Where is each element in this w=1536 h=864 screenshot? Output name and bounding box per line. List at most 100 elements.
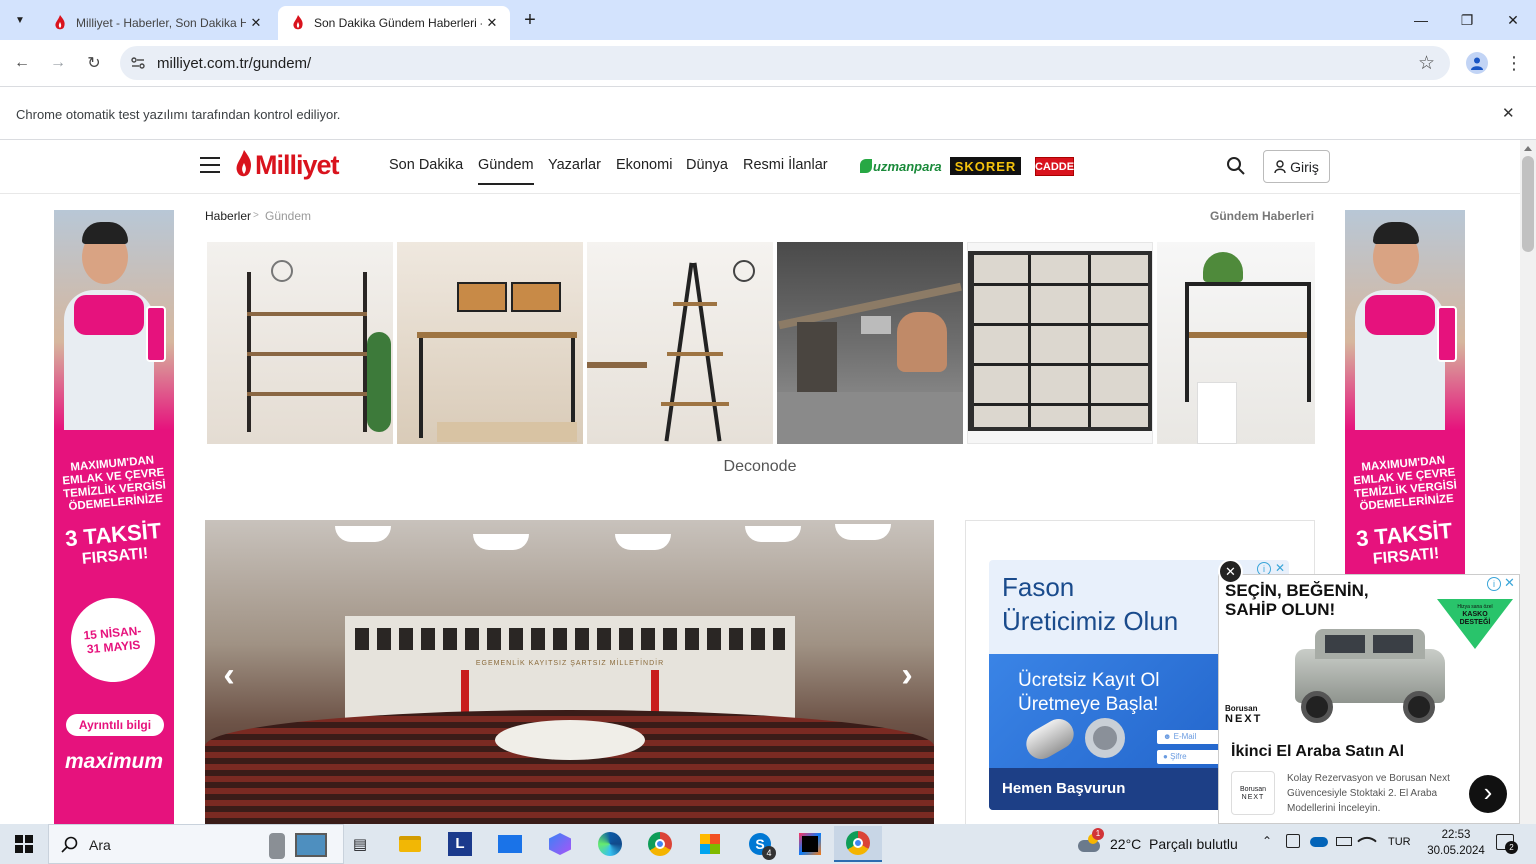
battery-icon[interactable] (1336, 837, 1352, 846)
ad-detail-button[interactable]: Ayrıntılı bilgi (66, 714, 164, 736)
nav-gundem[interactable]: Gündem (478, 157, 534, 185)
weather-badge: 1 (1092, 828, 1104, 840)
notification-center-icon[interactable]: 2 (1496, 834, 1518, 854)
ad-offer: 3 TAKSİT FIRSATI! (64, 517, 163, 568)
search-button[interactable] (1226, 156, 1246, 176)
minimize-icon: — (1414, 12, 1428, 28)
back-button[interactable]: ← (7, 48, 37, 78)
nav-resmi-ilanlar[interactable]: Resmi İlanlar (743, 157, 828, 173)
fason-parts-image (1020, 713, 1080, 765)
skype-icon[interactable]: S 4 (746, 830, 776, 860)
left-side-ad[interactable]: MAXIMUM'DAN EMLAK VE ÇEVRE TEMİZLİK VERG… (54, 210, 174, 824)
product-image-3[interactable] (587, 242, 773, 444)
start-button[interactable] (10, 830, 38, 858)
breadcrumb-current[interactable]: Gündem (265, 209, 311, 223)
tray-chevron-up-icon[interactable]: ⌃ (1262, 834, 1272, 848)
tab-gundem[interactable]: Son Dakika Gündem Haberleri - ✕ (278, 6, 510, 40)
onedrive-icon[interactable] (1310, 837, 1328, 847)
ad-headline: MAXIMUM'DAN EMLAK VE ÇEVRE TEMİZLİK VERG… (61, 454, 167, 514)
clock[interactable]: 22:53 30.05.2024 (1418, 827, 1494, 859)
nav-ekonomi[interactable]: Ekonomi (616, 157, 672, 173)
nav-son-dakika[interactable]: Son Dakika (389, 157, 463, 173)
ad-close-x-icon[interactable]: ✕ (1504, 575, 1515, 591)
ad-close-x-icon[interactable]: ✕ (1275, 561, 1285, 575)
float-ad-close-button[interactable]: ✕ (1218, 559, 1243, 584)
chrome-active-icon[interactable] (834, 826, 882, 862)
ad-person-image (54, 210, 174, 430)
windows-logo-icon (15, 835, 33, 853)
new-tab-button[interactable]: + (518, 8, 542, 32)
copilot-icon[interactable] (546, 830, 574, 858)
store-icon[interactable] (696, 830, 724, 858)
cadde-link[interactable]: CADDE (1035, 157, 1074, 176)
lock-icon: ● (1163, 752, 1171, 761)
uzmanpara-link[interactable]: uzmanpara (860, 156, 942, 176)
browser-toolbar: ← → ↻ milliyet.com.tr/gundem/ ☆ ⋮ (0, 40, 1536, 86)
float-thumb-logo: Borusan NEXT (1231, 771, 1275, 815)
infobar-close-icon[interactable]: ✕ (1502, 104, 1515, 122)
arrow-left-icon: ← (14, 54, 30, 71)
edge-icon[interactable] (596, 830, 624, 858)
chrome-icon[interactable] (646, 830, 674, 858)
browser-menu-button[interactable]: ⋮ (1504, 52, 1524, 74)
tab-close-icon[interactable]: ✕ (482, 13, 502, 33)
nav-dunya[interactable]: Dünya (686, 157, 728, 173)
minimize-button[interactable]: — (1398, 0, 1444, 40)
scroll-up-icon[interactable] (1524, 146, 1532, 151)
file-explorer-icon[interactable] (396, 830, 424, 858)
slider-prev-button[interactable]: ‹ (213, 655, 245, 695)
skorer-link[interactable]: SKORER (950, 157, 1021, 175)
float-go-button[interactable]: › (1469, 775, 1507, 813)
breadcrumb-home[interactable]: Haberler (205, 209, 251, 223)
wifi-icon[interactable] (1357, 831, 1377, 851)
slider-next-button[interactable]: › (891, 655, 923, 695)
ad-date-badge: 15 NİSAN- 31 MAYIS (67, 594, 159, 686)
product-image-1[interactable] (207, 242, 393, 444)
bookmark-star-icon[interactable]: ☆ (1418, 52, 1435, 75)
float-title[interactable]: İkinci El Araba Satın Al (1231, 743, 1404, 761)
profile-avatar[interactable] (1466, 52, 1488, 74)
weather-widget[interactable]: 1 22°C Parçalı bulutlu (1076, 828, 1238, 858)
forward-button[interactable]: → (43, 48, 73, 78)
search-highlight-image (265, 829, 335, 861)
nav-yazarlar[interactable]: Yazarlar (548, 157, 601, 173)
car-image (1285, 619, 1455, 723)
intellij-icon[interactable] (796, 830, 824, 858)
fason-password-field: ● Şifre (1157, 750, 1227, 764)
tab-search-button[interactable]: ▼ (8, 8, 32, 32)
reload-button[interactable]: ↻ (79, 48, 109, 78)
tab-title: Milliyet - Haberler, Son Dakika Haberle (76, 16, 246, 30)
close-window-button[interactable]: ✕ (1490, 0, 1536, 40)
product-image-5[interactable] (967, 242, 1153, 444)
tray-app-icon[interactable] (1286, 834, 1300, 848)
infobar-message: Chrome otomatik test yazılımı tarafından… (16, 107, 341, 122)
language-indicator[interactable]: TUR (1388, 836, 1411, 848)
address-bar[interactable]: milliyet.com.tr/gundem/ ☆ (120, 46, 1450, 80)
fason-title-2: Üreticimiz Olun (1002, 606, 1179, 636)
page-scrollbar[interactable] (1520, 140, 1536, 824)
tab-milliyet-home[interactable]: Milliyet - Haberler, Son Dakika Haberle … (40, 6, 274, 40)
news-slider[interactable]: EGEMENLİK KAYITSIZ ŞARTSIZ MİLLETİNDİR ‹… (205, 520, 934, 824)
app-l-icon[interactable]: L (446, 830, 474, 858)
task-view-icon[interactable]: ▤ (346, 830, 374, 858)
hamburger-menu-icon[interactable] (200, 157, 220, 173)
milliyet-logo[interactable]: Milliyet (235, 148, 340, 182)
adchoices-icon[interactable]: i (1487, 577, 1501, 591)
search-icon (61, 836, 78, 853)
site-header: Milliyet Son Dakika Gündem Yazarlar Ekon… (0, 140, 1520, 194)
search-icon (1227, 157, 1245, 175)
product-image-4[interactable] (777, 242, 963, 444)
restore-button[interactable]: ❐ (1444, 0, 1490, 40)
taskbar-search-box[interactable]: Ara (48, 824, 344, 864)
floating-car-ad[interactable]: i ✕ SEÇİN, BEĞENİN, SAHİP OLUN! Hizya sa… (1218, 574, 1520, 824)
product-image-6[interactable] (1157, 242, 1315, 444)
scroll-thumb[interactable] (1522, 156, 1534, 252)
site-info-icon[interactable] (130, 55, 146, 71)
mail-icon[interactable] (496, 830, 524, 858)
login-button[interactable]: Giriş (1263, 150, 1330, 183)
close-icon: ✕ (1225, 564, 1236, 579)
notification-badge: 2 (1505, 841, 1518, 854)
product-ad-brand[interactable]: Deconode (205, 458, 1315, 476)
tab-close-icon[interactable]: ✕ (246, 13, 266, 33)
product-image-2[interactable] (397, 242, 583, 444)
